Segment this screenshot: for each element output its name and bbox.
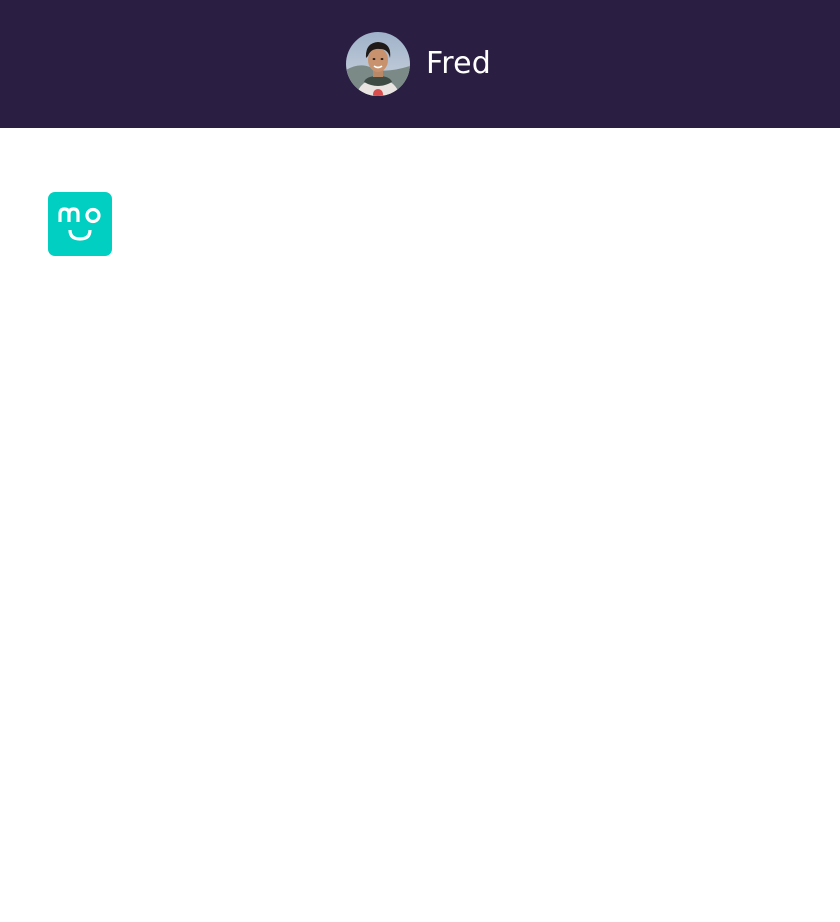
avatar[interactable] xyxy=(346,32,410,96)
mo-logo-icon[interactable] xyxy=(48,192,112,256)
mo-smiley-logo-icon xyxy=(48,192,112,256)
user-profile[interactable]: Fred xyxy=(346,32,491,96)
user-name[interactable]: Fred xyxy=(426,32,491,96)
user-photo-icon xyxy=(346,32,410,96)
top-header-bar: Fred xyxy=(0,0,840,128)
